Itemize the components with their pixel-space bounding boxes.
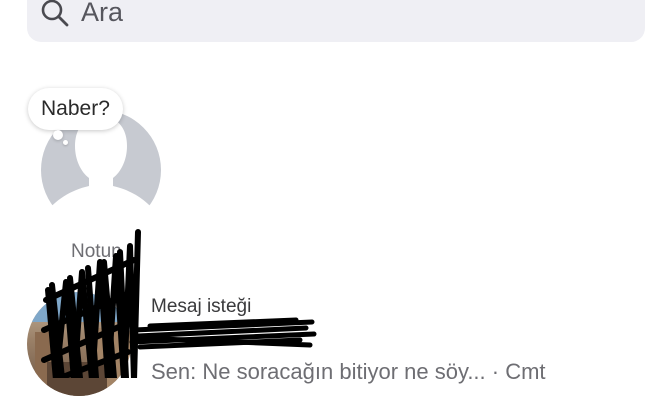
note-bubble[interactable]: Naber? — [28, 88, 123, 130]
note-bubble-tail-dot — [63, 140, 68, 145]
note-label: Notun — [71, 241, 122, 262]
chat-avatar[interactable] — [27, 292, 131, 396]
search-input[interactable] — [81, 0, 621, 32]
note-bubble-tail — [53, 130, 63, 140]
chat-preview[interactable]: Sen: Ne soracağın bitiyor ne söy... · Cm… — [151, 359, 546, 385]
search-icon — [39, 0, 71, 29]
search-bar[interactable] — [27, 0, 645, 42]
message-request-label: Mesaj isteği — [151, 296, 252, 317]
